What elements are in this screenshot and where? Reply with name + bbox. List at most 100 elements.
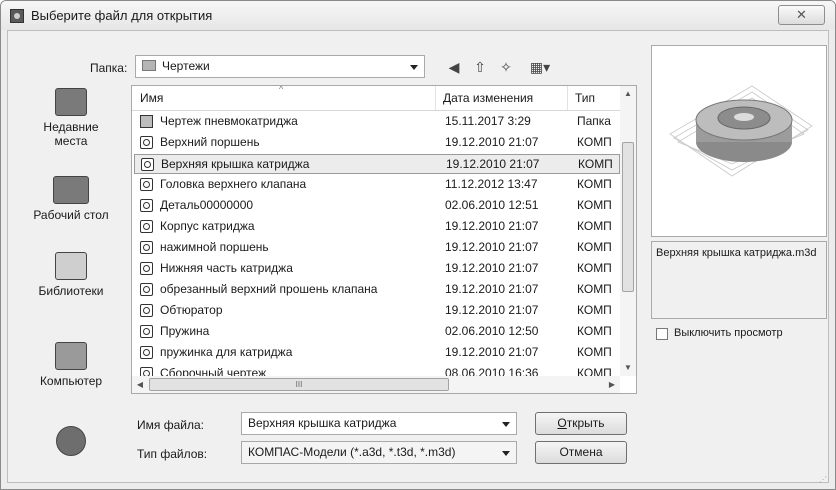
back-icon[interactable]: ◀	[446, 59, 462, 75]
file-type: КОМП	[577, 282, 612, 296]
file-date: 19.12.2010 21:07	[445, 261, 539, 275]
horizontal-scroll-thumb[interactable]: III	[149, 378, 449, 391]
scroll-up-icon[interactable]: ▲	[620, 86, 636, 102]
chevron-down-icon	[502, 451, 510, 456]
table-row[interactable]: Чертеж пневмокатриджа 15.11.2017 3:29 Папк…	[134, 112, 620, 132]
place-computer[interactable]: Компьютер	[15, 342, 127, 388]
table-row[interactable]: Верхняя крышка катриджа 19.12.2010 21:07 К…	[134, 154, 620, 174]
filetype-value: КОМПАС-Модели (*.a3d, *.t3d, *.m3d)	[248, 445, 456, 459]
open-button-mnemonic: О	[557, 416, 567, 430]
place-desktop[interactable]: Рабочий стол	[15, 176, 127, 222]
file-type: КОМП	[577, 261, 612, 275]
file-date: 19.12.2010 21:07	[445, 135, 539, 149]
folder-icon	[142, 60, 156, 71]
disable-preview-label[interactable]: Выключить просмотр	[674, 327, 783, 339]
vertical-scroll-thumb[interactable]	[622, 142, 634, 292]
computer-icon	[55, 342, 87, 370]
place-label: Библиотеки	[38, 284, 104, 298]
sort-ascending-icon: ^	[279, 85, 284, 94]
column-date[interactable]: Дата изменения	[443, 91, 533, 105]
place-label-line2: места	[54, 134, 88, 148]
desktop-icon	[53, 176, 89, 204]
kompas-file-icon	[140, 346, 153, 359]
kompas-file-icon	[140, 262, 153, 275]
app-icon	[10, 9, 24, 23]
file-date: 19.12.2010 21:07	[446, 157, 540, 171]
folder-label: Папка:	[90, 61, 128, 75]
scroll-right-icon[interactable]: ▶	[604, 376, 620, 393]
file-date: 19.12.2010 21:07	[445, 345, 539, 359]
table-row[interactable]: Деталь00000000 02.06.2010 12:51 КОМП	[134, 196, 620, 216]
folder-icon	[140, 115, 153, 128]
file-date: 02.06.2010 12:51	[445, 198, 539, 212]
scroll-left-icon[interactable]: ◀	[132, 376, 148, 393]
table-row[interactable]: Обтюратор 19.12.2010 21:07 КОМП	[134, 301, 620, 321]
new-folder-icon[interactable]: ✧	[498, 59, 514, 75]
column-type[interactable]: Тип	[575, 91, 595, 105]
file-type: КОМП	[578, 157, 613, 171]
chevron-down-icon	[410, 65, 418, 70]
chevron-down-icon	[502, 422, 510, 427]
place-label: Компьютер	[39, 374, 103, 388]
file-name: Пружина	[160, 324, 210, 338]
preview-pane	[651, 45, 827, 237]
file-name: Деталь00000000	[160, 198, 254, 212]
table-row[interactable]: Верхний поршень 19.12.2010 21:07 КОМП	[134, 133, 620, 153]
up-folder-icon[interactable]: ⇧	[472, 59, 488, 75]
view-menu-icon[interactable]: ▦▾	[526, 59, 554, 75]
table-row[interactable]: Пружина 02.06.2010 12:50 КОМП	[134, 322, 620, 342]
file-type: КОМП	[577, 135, 612, 149]
filename-label: Имя файла:	[137, 418, 204, 432]
file-date: 15.11.2017 3:29	[445, 114, 531, 128]
title-bar: Выберите файл для открытия ✕	[1, 1, 835, 30]
table-row[interactable]: Корпус катриджа 19.12.2010 21:07 КОМП	[134, 217, 620, 237]
place-network[interactable]	[15, 426, 127, 460]
file-name: Обтюратор	[160, 303, 223, 317]
horizontal-scrollbar[interactable]: ◀ III ▶	[132, 376, 620, 393]
folder-value: Чертежи	[162, 59, 210, 73]
open-button[interactable]: Открыть	[535, 412, 627, 435]
kompas-file-icon	[140, 304, 153, 317]
kompas-file-icon	[140, 136, 153, 149]
place-label: Недавние	[43, 120, 99, 134]
file-name: пружинка для катриджа	[160, 345, 293, 359]
scroll-down-icon[interactable]: ▼	[620, 360, 636, 376]
file-type: КОМП	[577, 345, 612, 359]
vertical-scrollbar[interactable]: ▲ ▼	[620, 86, 636, 376]
table-row[interactable]: обрезанный верхний прошень клапана 19.12.…	[134, 280, 620, 300]
cancel-button[interactable]: Отмена	[535, 441, 627, 464]
file-list[interactable]: ^ Имя Дата изменения Тип Чертеж пневмока…	[131, 85, 637, 394]
file-name: Нижняя часть катриджа	[160, 261, 293, 275]
filename-input[interactable]: Верхняя крышка катриджа	[241, 412, 517, 435]
table-row[interactable]: Нижняя часть катриджа 19.12.2010 21:07 КОМ…	[134, 259, 620, 279]
file-name: Головка верхнего клапана	[160, 177, 307, 191]
file-name: обрезанный верхний прошень клапана	[160, 282, 378, 296]
list-header: ^ Имя Дата изменения Тип	[132, 86, 620, 111]
column-divider[interactable]	[567, 86, 568, 110]
place-libraries[interactable]: Библиотеки	[15, 252, 127, 298]
table-row[interactable]: нажимной поршень 19.12.2010 21:07 КОМП	[134, 238, 620, 258]
folder-select[interactable]: Чертежи	[135, 55, 425, 78]
file-name: Верхний поршень	[160, 135, 260, 149]
kompas-file-icon	[140, 199, 153, 212]
libraries-icon	[55, 252, 87, 280]
file-name: Корпус катриджа	[160, 219, 255, 233]
window-title: Выберите файл для открытия	[31, 8, 213, 23]
place-label: Рабочий стол	[33, 208, 109, 222]
close-button[interactable]: ✕	[778, 5, 825, 25]
file-type: КОМП	[577, 303, 612, 317]
resize-grip-icon[interactable]: ⋰	[819, 475, 827, 484]
file-type: КОМП	[577, 198, 612, 212]
open-file-dialog: Выберите файл для открытия ✕ Папка: Черт…	[0, 0, 836, 490]
column-name[interactable]: Имя	[140, 91, 163, 105]
place-recent[interactable]: Недавние места	[15, 88, 127, 148]
kompas-file-icon	[140, 241, 153, 254]
table-row[interactable]: пружинка для катриджа 19.12.2010 21:07 КОМ…	[134, 343, 620, 363]
kompas-file-icon	[140, 178, 153, 191]
file-type: КОМП	[577, 219, 612, 233]
column-divider[interactable]	[435, 86, 436, 110]
table-row[interactable]: Головка верхнего клапана 11.12.2012 13:47…	[134, 175, 620, 195]
disable-preview-checkbox[interactable]	[656, 328, 668, 340]
filetype-select[interactable]: КОМПАС-Модели (*.a3d, *.t3d, *.m3d)	[241, 441, 517, 464]
file-type: КОМП	[577, 240, 612, 254]
